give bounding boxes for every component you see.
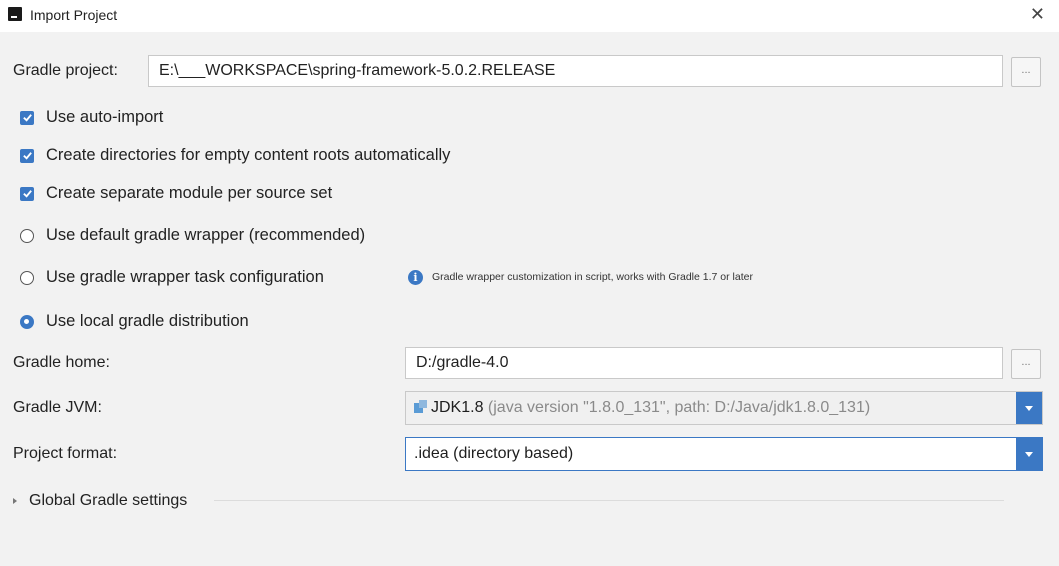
divider [214,500,1004,501]
chevron-down-icon[interactable] [1016,438,1042,470]
title-bar: Import Project ✕ [0,0,1059,32]
gradle-jvm-label: Gradle JVM: [13,399,102,416]
wrapper-task-radio[interactable] [20,270,34,285]
checkmark-icon [22,190,32,198]
local-distribution-radio-row[interactable]: Use local gradle distribution [20,312,249,331]
create-dirs-label: Create directories for empty content roo… [46,146,451,164]
default-wrapper-radio[interactable] [20,228,34,243]
checkmark-icon [22,152,32,160]
create-dirs-checkbox-row[interactable]: Create directories for empty content roo… [20,146,450,165]
close-icon[interactable]: ✕ [1030,4,1045,25]
auto-import-checkbox-row[interactable]: Use auto-import [20,108,163,127]
intellij-app-icon [8,7,22,21]
checkmark-icon [22,114,32,122]
global-gradle-settings-label: Global Gradle settings [29,492,188,509]
separate-module-checkbox-row[interactable]: Create separate module per source set [20,184,332,203]
gradle-jvm-value-name: JDK1.8 [431,399,484,416]
project-format-value: .idea (directory based) [414,445,574,462]
gradle-project-browse-button[interactable]: ... [1011,57,1041,87]
gradle-jvm-value-detail: (java version "1.8.0_131", path: D:/Java… [487,399,871,416]
separate-module-checkbox[interactable] [20,186,34,201]
gradle-home-label: Gradle home: [13,354,110,371]
local-distribution-radio[interactable] [20,314,34,329]
project-format-select[interactable]: .idea (directory based) [405,437,1043,471]
gradle-home-browse-button[interactable]: ... [1011,349,1041,379]
window-title: Import Project [30,7,118,23]
default-wrapper-radio-row[interactable]: Use default gradle wrapper (recommended) [20,226,365,245]
wrapper-task-info-text: Gradle wrapper customization in script, … [432,271,753,283]
auto-import-checkbox[interactable] [20,110,34,125]
wrapper-task-label: Use gradle wrapper task configuration [46,268,324,286]
chevron-right-icon [13,498,17,504]
gradle-home-input[interactable]: D:/gradle-4.0 [405,347,1003,379]
local-distribution-label: Use local gradle distribution [46,312,249,330]
jdk-folder-icon [414,400,428,414]
gradle-project-label: Gradle project: [13,62,118,79]
gradle-jvm-select[interactable]: JDK1.8 (java version "1.8.0_131", path: … [405,391,1043,425]
project-format-label: Project format: [13,445,118,462]
create-dirs-checkbox[interactable] [20,148,34,163]
auto-import-label: Use auto-import [46,108,164,126]
info-icon: i [408,270,423,285]
default-wrapper-label: Use default gradle wrapper (recommended) [46,226,366,244]
chevron-down-icon[interactable] [1016,392,1042,424]
global-gradle-settings-expander[interactable]: Global Gradle settings [13,492,187,510]
wrapper-task-radio-row[interactable]: Use gradle wrapper task configuration [20,268,324,287]
gradle-project-input[interactable]: E:\___WORKSPACE\spring-framework-5.0.2.R… [148,55,1003,87]
separate-module-label: Create separate module per source set [46,184,333,202]
